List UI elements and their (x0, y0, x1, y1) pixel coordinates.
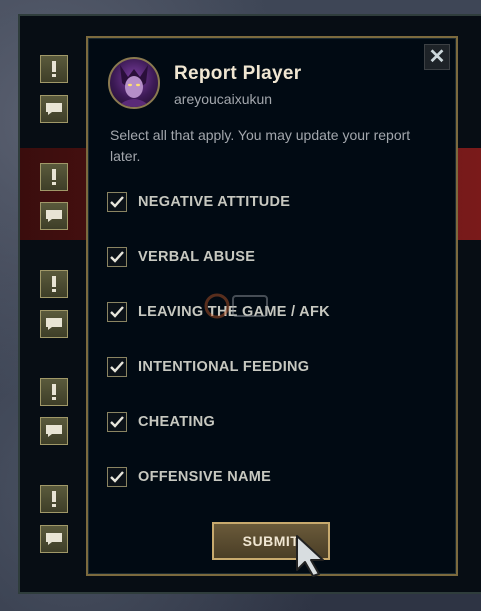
checkbox[interactable] (107, 467, 127, 487)
checkmark-icon (110, 196, 124, 208)
checkmark-icon (110, 416, 124, 428)
chat-icon (46, 533, 62, 545)
mute-chat-button[interactable] (40, 95, 68, 123)
close-button[interactable]: ✕ (424, 44, 450, 70)
instructions-text: Select all that apply. You may update yo… (110, 127, 411, 164)
option-verbal-abuse[interactable]: VERBAL ABUSE (107, 245, 255, 269)
report-icon-button[interactable] (40, 485, 68, 513)
report-icon-button[interactable] (40, 270, 68, 298)
mute-chat-button[interactable] (40, 310, 68, 338)
report-icon-button[interactable] (40, 55, 68, 83)
exclamation-icon (52, 169, 56, 185)
checkmark-icon (110, 361, 124, 373)
option-label: OFFENSIVE NAME (138, 469, 272, 485)
option-label: NEGATIVE ATTITUDE (138, 194, 291, 210)
reported-username: areyoucaixukun (174, 91, 273, 107)
option-label: CHEATING (138, 414, 216, 430)
checkbox[interactable] (107, 247, 127, 267)
mouse-cursor-icon (296, 535, 324, 577)
option-intentional-feeding[interactable]: INTENTIONAL FEEDING (107, 355, 309, 379)
checkbox[interactable] (107, 302, 127, 322)
chat-icon (46, 103, 62, 115)
chat-icon (46, 318, 62, 330)
chat-icon (46, 425, 62, 437)
exclamation-icon (52, 61, 56, 77)
option-cheating[interactable]: CHEATING (107, 410, 215, 434)
report-icon-button[interactable] (40, 163, 68, 191)
checkbox[interactable] (107, 412, 127, 432)
report-icon-button[interactable] (40, 378, 68, 406)
option-offensive-name[interactable]: OFFENSIVE NAME (107, 465, 271, 489)
checkmark-icon (110, 251, 124, 263)
dialog-title: Report Player (174, 63, 302, 84)
champion-portrait-icon (120, 65, 148, 107)
checkbox[interactable] (107, 357, 127, 377)
option-negative-attitude[interactable]: NEGATIVE ATTITUDE (107, 190, 290, 214)
close-icon: ✕ (428, 46, 446, 68)
mute-chat-button[interactable] (40, 525, 68, 553)
avatar (108, 57, 160, 109)
watermark-logo-icon (204, 293, 268, 319)
option-label: INTENTIONAL FEEDING (138, 359, 310, 375)
mute-chat-button[interactable] (40, 202, 68, 230)
exclamation-icon (52, 276, 56, 292)
checkbox[interactable] (107, 192, 127, 212)
mute-chat-button[interactable] (40, 417, 68, 445)
exclamation-icon (52, 384, 56, 400)
checkmark-icon (110, 306, 124, 318)
checkmark-icon (110, 471, 124, 483)
exclamation-icon (52, 491, 56, 507)
option-label: VERBAL ABUSE (138, 249, 256, 265)
chat-icon (46, 210, 62, 222)
